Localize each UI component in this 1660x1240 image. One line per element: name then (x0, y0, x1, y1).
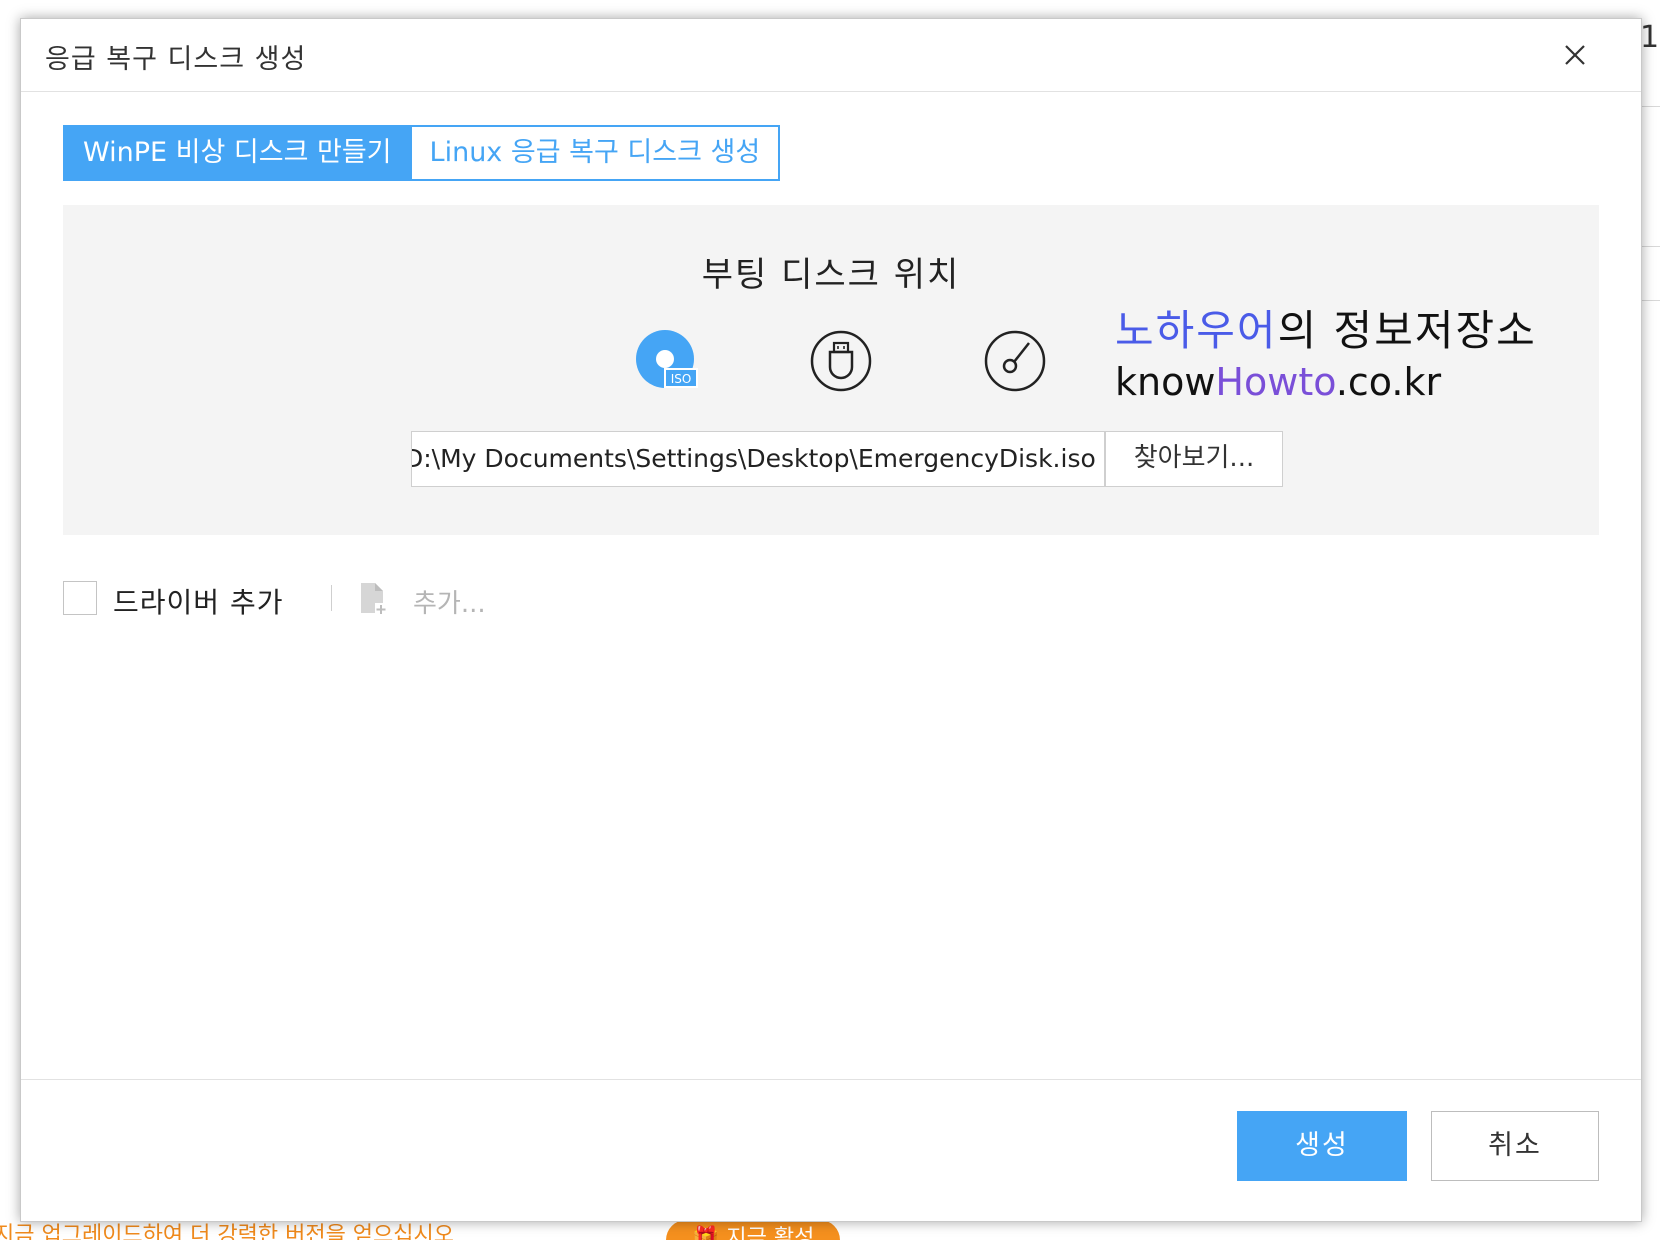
footer-divider (21, 1079, 1641, 1080)
cd-dvd-icon (984, 330, 1046, 392)
add-driver-checkbox[interactable] (63, 581, 97, 615)
boot-disk-location-title: 부팅 디스크 위치 (701, 255, 961, 295)
watermark-line1: 노하우어의 정보저장소 (1115, 305, 1537, 357)
usb-device-option[interactable] (809, 329, 873, 393)
close-button[interactable] (1557, 37, 1593, 73)
background-corner-glyph: 1 (1640, 20, 1660, 55)
iso-path-input[interactable]: D:\My Documents\Settings\Desktop\Emergen… (411, 431, 1105, 487)
tab-winpe[interactable]: WinPE 비상 디스크 만들기 (63, 125, 412, 181)
watermark-line2: knowHowto.co.kr (1115, 357, 1537, 407)
watermark-url-part: know (1115, 360, 1216, 404)
dialog-title: 응급 복구 디스크 생성 (45, 44, 307, 75)
usb-drive-icon (810, 330, 872, 392)
watermark: 노하우어의 정보저장소 knowHowto.co.kr (1115, 305, 1537, 407)
add-driver-label[interactable]: 드라이버 추가 (113, 581, 283, 621)
watermark-url-part: .co.kr (1335, 360, 1442, 404)
activate-now-button[interactable]: 🎁 지금 활성 (666, 1220, 841, 1240)
tab-linux[interactable]: Linux 응급 복구 디스크 생성 (411, 125, 781, 181)
boot-disk-panel: 부팅 디스크 위치 ISO 노하우어의 정보저장소 knowHowto.co.k… (63, 205, 1599, 535)
close-icon (1565, 45, 1585, 65)
watermark-url-part: Howto (1215, 360, 1336, 404)
iso-disc-icon: ISO (636, 330, 698, 388)
iso-device-option[interactable]: ISO (635, 329, 699, 393)
divider (331, 585, 332, 611)
cd-device-option[interactable] (983, 329, 1047, 393)
gift-icon: 🎁 (692, 1226, 720, 1240)
activate-now-label: 지금 활성 (726, 1226, 815, 1240)
browse-button[interactable]: 찾아보기... (1105, 431, 1283, 487)
emergency-disk-dialog: 응급 복구 디스크 생성 WinPE 비상 디스크 만들기 Linux 응급 복… (20, 18, 1642, 1222)
add-driver-link[interactable]: 추가... (413, 583, 486, 620)
cancel-button[interactable]: 취소 (1431, 1111, 1599, 1181)
watermark-brand: 노하우어 (1115, 306, 1278, 355)
watermark-tagline: 의 정보저장소 (1277, 306, 1537, 355)
create-button[interactable]: 생성 (1237, 1111, 1407, 1181)
add-file-button[interactable] (359, 581, 389, 617)
disk-type-tabs: WinPE 비상 디스크 만들기 Linux 응급 복구 디스크 생성 (63, 125, 781, 181)
iso-badge: ISO (671, 372, 692, 386)
add-file-icon (361, 583, 387, 615)
dialog-titlebar: 응급 복구 디스크 생성 (21, 19, 1641, 92)
upgrade-banner-text: 지금 업그레이드하여 더 강력한 버전을 얻으십시오 (0, 1223, 455, 1240)
